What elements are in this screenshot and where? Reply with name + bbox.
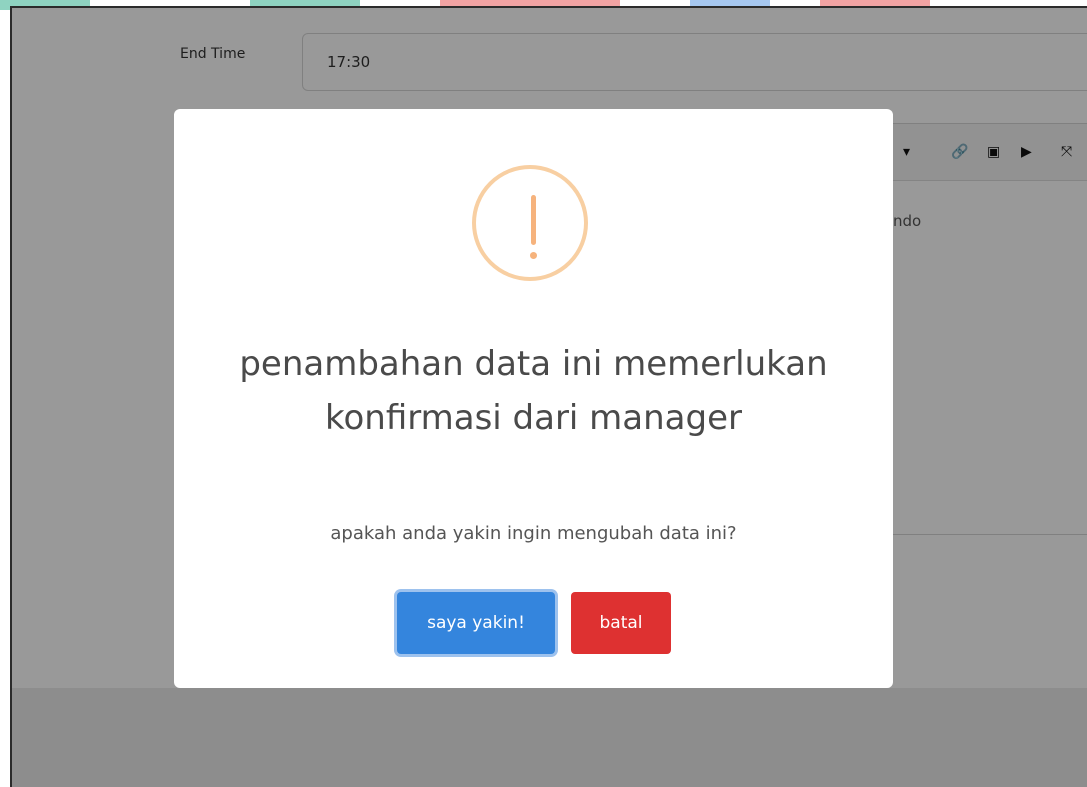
confirmation-dialog: penambahan data ini memerlukan konfirmas… xyxy=(174,109,893,688)
dialog-message: apakah anda yakin ingin mengubah data in… xyxy=(330,523,737,544)
confirm-button[interactable]: saya yakin! xyxy=(397,592,555,654)
dialog-title: penambahan data ini memerlukan konfirmas… xyxy=(239,344,828,439)
warning-icon xyxy=(472,165,588,281)
app-window: End Time 17:30 ▾ 🔗 ▣ ▶ ⤧ ndo penambahan … xyxy=(10,6,1087,787)
cancel-button[interactable]: batal xyxy=(571,592,671,654)
